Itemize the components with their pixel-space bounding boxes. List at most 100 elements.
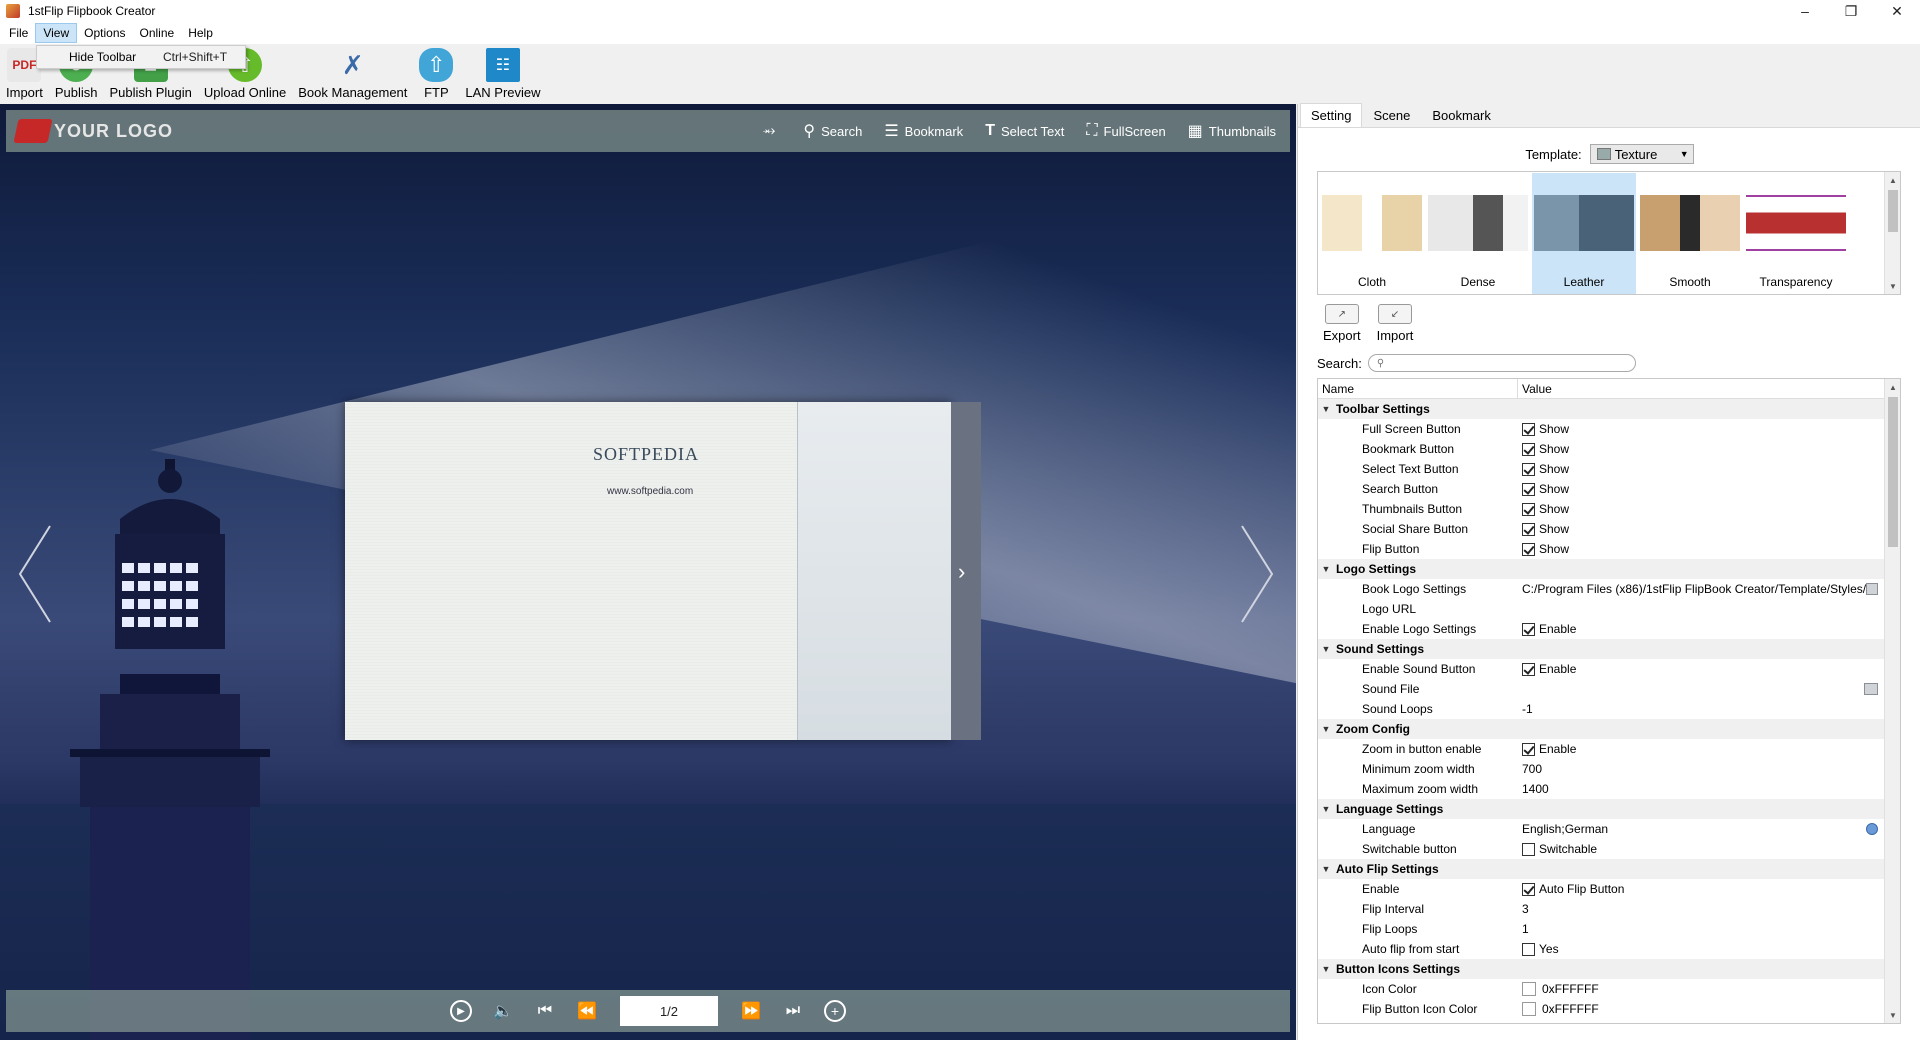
checkbox[interactable] [1522, 662, 1535, 676]
property-row[interactable]: Search Button Show [1318, 479, 1884, 499]
checkbox[interactable] [1522, 742, 1535, 756]
property-value-cell[interactable]: Show [1518, 422, 1884, 436]
collapse-icon[interactable]: ▼ [1318, 404, 1334, 414]
property-row[interactable]: Zoom in button enable Enable [1318, 739, 1884, 759]
property-row[interactable]: Sound Loops -1 [1318, 699, 1884, 719]
property-value-cell[interactable]: C:/Program Files (x86)/1stFlip FlipBook … [1518, 582, 1884, 596]
checkbox[interactable] [1522, 542, 1535, 556]
collapse-icon[interactable]: ▼ [1318, 964, 1334, 974]
property-value-cell[interactable]: 0xFFFFFF [1518, 1002, 1884, 1016]
property-group[interactable]: ▼ Toolbar Settings [1318, 399, 1884, 419]
search-input[interactable]: ⚲ [1367, 354, 1636, 372]
collapse-icon[interactable]: ▼ [1318, 644, 1334, 654]
gallery-scrollbar[interactable]: ▲ ▼ [1884, 172, 1900, 294]
browse-folder-icon[interactable] [1866, 583, 1878, 595]
checkbox[interactable] [1522, 842, 1535, 856]
property-row[interactable]: Language English;German [1318, 819, 1884, 839]
ftp-button[interactable]: ⇧ FTP [413, 42, 459, 100]
maximize-button[interactable]: ❐ [1828, 0, 1874, 22]
grid-scrollbar[interactable]: ▲ ▼ [1884, 379, 1900, 1023]
template-smooth[interactable]: Smooth [1638, 173, 1742, 294]
collapse-icon[interactable]: ▼ [1318, 564, 1334, 574]
template-leather[interactable]: Leather [1532, 173, 1636, 294]
property-row[interactable]: Social Share Button Show [1318, 519, 1884, 539]
checkbox[interactable] [1522, 882, 1535, 896]
property-row[interactable]: Enable Sound Button Enable [1318, 659, 1884, 679]
prev-page-arrow[interactable] [16, 524, 56, 624]
property-value-cell[interactable]: Show [1518, 502, 1884, 516]
search-button[interactable]: ⚲ Search [803, 121, 862, 141]
collapse-icon[interactable]: ▼ [1318, 804, 1334, 814]
property-row[interactable]: Auto flip from start Yes [1318, 939, 1884, 959]
property-value-cell[interactable]: Show [1518, 462, 1884, 476]
hide-toolbar-menu-item[interactable]: Hide Toolbar [37, 50, 163, 64]
fullscreen-button[interactable]: ⛶ FullScreen [1086, 122, 1165, 140]
property-row[interactable]: Bookmark Button Show [1318, 439, 1884, 459]
collapse-icon[interactable]: ▼ [1318, 864, 1334, 874]
checkbox[interactable] [1522, 522, 1535, 536]
scroll-down-icon[interactable]: ▼ [1885, 1007, 1900, 1023]
property-value-cell[interactable] [1518, 683, 1884, 695]
property-row[interactable]: Book Logo Settings C:/Program Files (x86)… [1318, 579, 1884, 599]
property-value-cell[interactable]: 1 [1518, 922, 1884, 936]
zoom-in-icon[interactable]: + [824, 1000, 846, 1022]
property-value-cell[interactable]: 1400 [1518, 782, 1884, 796]
property-row[interactable]: Logo URL [1318, 599, 1884, 619]
page-number-field[interactable]: 1/2 [620, 996, 718, 1026]
property-group[interactable]: ▼ Language Settings [1318, 799, 1884, 819]
property-value[interactable]: -1 [1522, 702, 1533, 716]
bookmark-button[interactable]: ☰ Bookmark [884, 121, 963, 141]
tab-setting[interactable]: Setting [1300, 103, 1363, 127]
property-row[interactable]: Flip Loops 1 [1318, 919, 1884, 939]
sound-icon[interactable]: 🔈 [492, 1000, 514, 1022]
export-button[interactable]: ↗ Export [1323, 304, 1361, 343]
template-transparency[interactable]: Transparency [1744, 173, 1848, 294]
property-value[interactable]: C:/Program Files (x86)/1stFlip FlipBook … [1522, 582, 1866, 596]
checkbox[interactable] [1522, 422, 1535, 436]
property-row[interactable]: Flip Button Icon Color 0xFFFFFF [1318, 999, 1884, 1019]
property-group[interactable]: ▼ Sound Settings [1318, 639, 1884, 659]
checkbox[interactable] [1522, 462, 1535, 476]
property-row[interactable]: Enable Auto Flip Button [1318, 879, 1884, 899]
book-management-button[interactable]: ✗ Book Management [292, 42, 413, 101]
property-value-cell[interactable]: Show [1518, 442, 1884, 456]
import-template-button[interactable]: ↙ Import [1377, 304, 1413, 343]
property-row[interactable]: Minimum zoom width 700 [1318, 759, 1884, 779]
checkbox[interactable] [1522, 622, 1535, 636]
property-value-cell[interactable]: Show [1518, 482, 1884, 496]
browse-folder-icon[interactable] [1864, 683, 1878, 695]
template-dense[interactable]: Dense [1426, 173, 1530, 294]
previous-page-icon[interactable]: ⏪ [576, 1000, 598, 1022]
checkbox[interactable] [1522, 502, 1535, 516]
close-button[interactable]: ✕ [1874, 0, 1920, 22]
last-page-icon[interactable]: ⏭ [782, 1000, 804, 1022]
menu-file[interactable]: File [2, 24, 35, 42]
property-value-cell[interactable]: -1 [1518, 702, 1884, 716]
scroll-up-icon[interactable]: ▲ [1885, 172, 1901, 188]
book-spread[interactable]: SOFTPEDIA www.softpedia.com [345, 402, 951, 740]
thumbnails-button[interactable]: ▦ Thumbnails [1188, 121, 1276, 141]
next-page-arrow[interactable] [1236, 524, 1276, 624]
property-row[interactable]: Switchable button Switchable [1318, 839, 1884, 859]
property-row[interactable]: Flip Interval 3 [1318, 899, 1884, 919]
viewer-logo[interactable]: YOUR LOGO [13, 119, 173, 143]
property-group[interactable]: ▼ Auto Flip Settings [1318, 859, 1884, 879]
property-value-cell[interactable]: English;German [1518, 822, 1884, 836]
property-group[interactable]: ▼ Zoom Config [1318, 719, 1884, 739]
property-group[interactable]: ▼ Logo Settings [1318, 559, 1884, 579]
color-swatch[interactable] [1522, 1002, 1536, 1016]
property-value-cell[interactable]: 700 [1518, 762, 1884, 776]
property-row[interactable]: Select Text Button Show [1318, 459, 1884, 479]
page-next-chevron-icon[interactable]: › [958, 559, 965, 585]
property-row[interactable]: Enable Logo Settings Enable [1318, 619, 1884, 639]
property-row[interactable]: Thumbnails Button Show [1318, 499, 1884, 519]
share-button[interactable]: ⥇ [763, 122, 782, 140]
play-icon[interactable]: ▶ [450, 1000, 472, 1022]
menu-online[interactable]: Online [133, 24, 182, 42]
property-row[interactable]: Sound File [1318, 679, 1884, 699]
menu-view[interactable]: View [35, 23, 78, 43]
property-value-cell[interactable]: Switchable [1518, 842, 1884, 856]
value-column-header[interactable]: Value [1518, 379, 1552, 398]
scroll-up-icon[interactable]: ▲ [1885, 379, 1900, 395]
next-page-icon[interactable]: ⏩ [740, 1000, 762, 1022]
